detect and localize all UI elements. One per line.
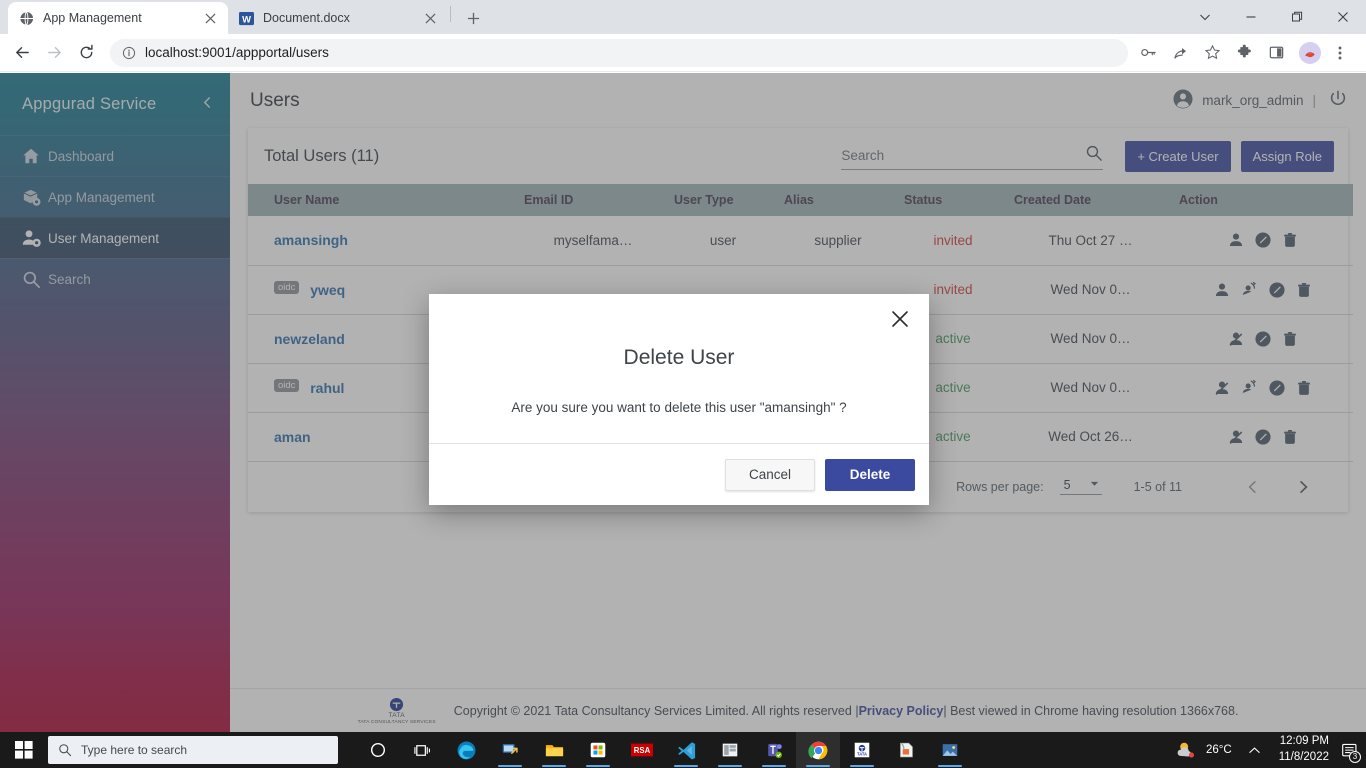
bookmark-star-icon[interactable] [1198,39,1226,67]
edge-icon[interactable] [444,732,488,768]
modal-title: Delete User [623,346,735,369]
browser-window: App Management W Document.docx localhost… [0,0,1366,768]
weather-widget[interactable]: 26°C [1175,740,1232,760]
address-bar[interactable]: localhost:9001/appportal/users [110,38,1128,67]
teams-icon[interactable] [752,732,796,768]
close-button[interactable] [1320,0,1366,34]
taskbar-clock[interactable]: 12:09 PM 11/8/2022 [1279,734,1329,765]
back-arrow-icon[interactable] [8,39,36,67]
tab-app-management[interactable]: App Management [8,2,228,34]
new-tab-button[interactable] [459,4,487,32]
rsa-icon[interactable]: RSA [620,732,664,768]
cancel-button[interactable]: Cancel [725,458,815,491]
temperature-label: 26°C [1205,744,1232,756]
url-text: localhost:9001/appportal/users [145,45,329,60]
chevron-up-icon[interactable] [1248,744,1261,757]
svg-text:RSA: RSA [634,746,651,755]
tab-separator [450,5,451,22]
chrome-icon[interactable] [796,732,840,768]
svg-text:W: W [242,14,251,24]
tata-icon[interactable]: TATA [840,732,884,768]
browser-menu-icon[interactable] [1326,39,1354,67]
site-info-icon[interactable] [122,46,136,60]
minimize-button[interactable] [1228,0,1274,34]
search-icon [58,743,72,757]
share-icon[interactable] [1166,39,1194,67]
archive-icon[interactable] [884,732,928,768]
taskbar-search-box[interactable]: Type here to search [48,736,338,764]
profile-avatar[interactable] [1299,41,1321,64]
cortana-icon[interactable] [356,732,400,768]
notifications-icon[interactable]: 3 [1341,742,1361,763]
delete-button[interactable]: Delete [825,458,915,491]
tab-strip: App Management W Document.docx [0,0,1366,34]
delete-user-modal: Delete User Are you sure you want to del… [429,294,929,505]
file-explorer-icon[interactable] [532,732,576,768]
close-icon[interactable] [202,10,218,26]
windows-taskbar: Type here to search RSA TATA 26°C 12:09 … [0,732,1366,768]
clock-time: 12:09 PM [1279,735,1329,748]
globe-icon [18,10,34,26]
taskbar-search-placeholder: Type here to search [81,743,188,757]
close-icon[interactable] [422,10,438,26]
microsoft-store-icon[interactable] [576,732,620,768]
browser-toolbar: localhost:9001/appportal/users [0,34,1366,72]
forward-arrow-icon[interactable] [40,39,68,67]
toolbar-actions [1134,39,1358,67]
remote-desktop-icon[interactable] [488,732,532,768]
clock-date: 11/8/2022 [1278,751,1329,763]
tab-title: App Management [43,11,142,25]
tab-title: Document.docx [263,11,350,25]
chevron-down-icon[interactable] [1182,0,1228,34]
tab-document-docx[interactable]: W Document.docx [228,2,448,34]
reload-icon[interactable] [72,39,100,67]
notification-count-badge: 3 [1349,750,1361,763]
window-controls [1182,0,1366,34]
sun-cloud-icon [1175,740,1197,760]
vscode-icon[interactable] [664,732,708,768]
password-key-icon[interactable] [1134,39,1162,67]
word-icon: W [238,10,254,26]
extensions-puzzle-icon[interactable] [1230,39,1258,67]
modal-message: Are you sure you want to delete this use… [511,400,847,415]
modal-footer: Cancel Delete [429,443,929,505]
photos-icon[interactable] [928,732,972,768]
svg-text:TATA: TATA [857,751,867,756]
side-panel-icon[interactable] [1262,39,1290,67]
task-view-icon[interactable] [400,732,444,768]
windows-icon[interactable] [0,732,48,768]
app-icon[interactable] [708,732,752,768]
maximize-button[interactable] [1274,0,1320,34]
taskbar-apps: RSA TATA [356,732,972,768]
system-tray: 26°C 12:09 PM 11/8/2022 3 [1175,734,1366,765]
app-viewport: Appgurad Service Dashboard App Managemen… [0,73,1366,732]
close-icon[interactable] [889,308,911,330]
